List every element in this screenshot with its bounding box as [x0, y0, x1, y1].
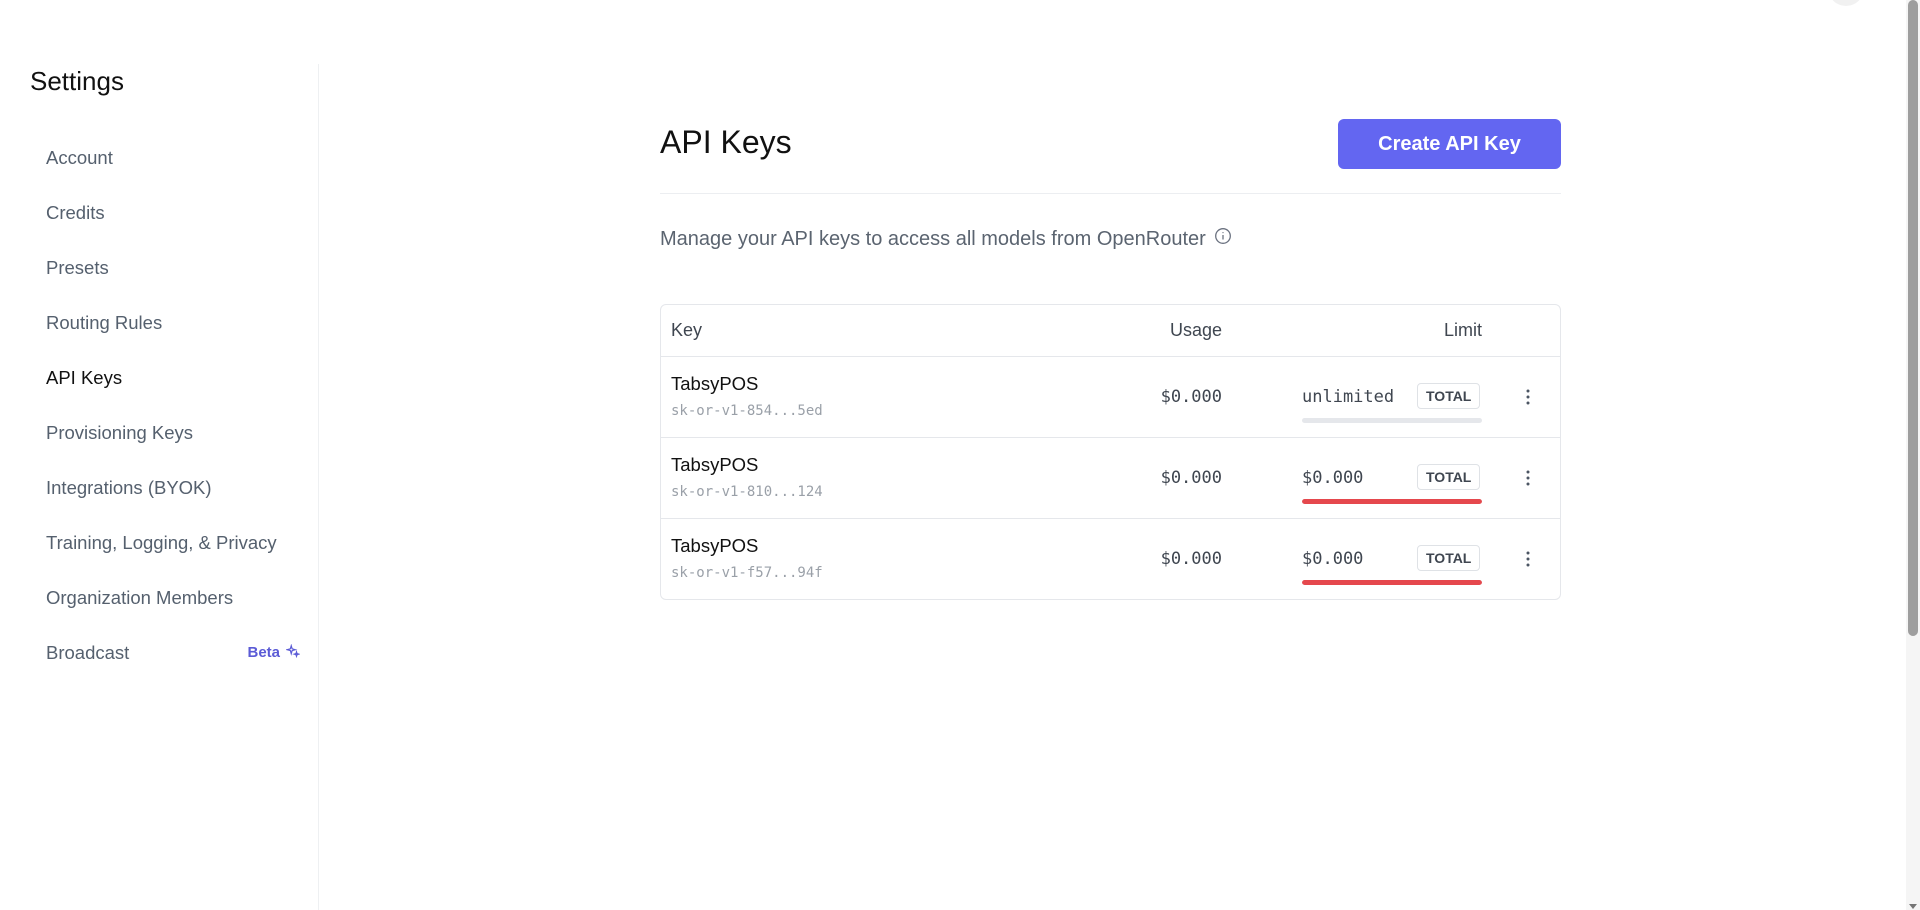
table-header: Key Usage Limit: [661, 305, 1560, 357]
page-title: API Keys: [660, 124, 792, 160]
limit-usage-bar-fill: [1302, 499, 1482, 504]
column-header-usage: Usage: [1169, 320, 1222, 340]
limit-usage-bar-fill: [1302, 580, 1482, 585]
sidebar-item-integrations[interactable]: Integrations (BYOK): [30, 460, 300, 515]
limit-type-badge: TOTAL: [1417, 464, 1481, 490]
sidebar-item-label: Integrations (BYOK): [46, 476, 212, 498]
sidebar-item-broadcast[interactable]: Broadcast Beta: [30, 625, 301, 680]
settings-sidebar: Settings Account Credits Presets Routing…: [0, 64, 319, 910]
sidebar-item-label: Training, Logging, & Privacy: [46, 531, 277, 553]
divider: [660, 193, 1561, 194]
sparkle-icon: [285, 643, 301, 662]
avatar[interactable]: [1828, 0, 1864, 6]
limit-value: $0.000: [1302, 468, 1364, 488]
sidebar-item-label: API Keys: [46, 366, 123, 388]
create-api-key-button[interactable]: Create API Key: [1338, 119, 1561, 169]
table-row[interactable]: TabsyPOS sk-or-v1-810...124 $0.000 $0.00…: [661, 438, 1560, 519]
sidebar-title: Settings: [30, 66, 124, 96]
limit-type-badge: TOTAL: [1417, 383, 1481, 409]
vertical-scrollbar[interactable]: [1906, 0, 1920, 910]
sidebar-item-label: Presets: [46, 256, 109, 278]
sidebar-item-api-keys[interactable]: API Keys: [30, 350, 300, 405]
limit-usage-bar: [1302, 418, 1482, 423]
api-keys-table: Key Usage Limit TabsyPOS sk-or-v1-854...…: [660, 304, 1561, 600]
limit-value: unlimited: [1302, 387, 1395, 407]
usage-value: $0.000: [1160, 549, 1222, 569]
column-header-limit: Limit: [1443, 320, 1482, 340]
table-row[interactable]: TabsyPOS sk-or-v1-f57...94f $0.000 $0.00…: [661, 519, 1560, 599]
beta-label: Beta: [247, 644, 280, 661]
column-header-key: Key: [671, 320, 703, 340]
sidebar-item-label: Broadcast: [46, 641, 130, 663]
sidebar-item-credits[interactable]: Credits: [30, 185, 300, 240]
more-options-icon[interactable]: [1518, 548, 1538, 570]
table-row[interactable]: TabsyPOS sk-or-v1-854...5ed $0.000 unlim…: [661, 357, 1560, 438]
sidebar-item-provisioning-keys[interactable]: Provisioning Keys: [30, 405, 300, 460]
key-id: sk-or-v1-f57...94f: [671, 565, 823, 581]
info-icon[interactable]: [1214, 227, 1232, 251]
sidebar-item-label: Organization Members: [46, 586, 234, 608]
scrollbar-thumb[interactable]: [1908, 0, 1918, 636]
sidebar-item-training-logging-privacy[interactable]: Training, Logging, & Privacy: [30, 515, 300, 570]
more-options-icon[interactable]: [1518, 386, 1538, 408]
key-name: TabsyPOS: [671, 535, 759, 556]
description-text: Manage your API keys to access all model…: [660, 227, 1206, 250]
key-name: TabsyPOS: [671, 373, 759, 394]
sidebar-item-presets[interactable]: Presets: [30, 240, 300, 295]
scroll-down-arrow-icon[interactable]: [1908, 898, 1918, 909]
page-description: Manage your API keys to access all model…: [660, 227, 1232, 251]
sidebar-item-account[interactable]: Account: [30, 130, 300, 185]
sidebar-item-label: Account: [46, 146, 113, 168]
sidebar-item-organization-members[interactable]: Organization Members: [30, 570, 300, 625]
key-id: sk-or-v1-854...5ed: [671, 403, 823, 419]
sidebar-item-label: Credits: [46, 201, 105, 223]
limit-usage-bar: [1302, 580, 1482, 585]
key-id: sk-or-v1-810...124: [671, 484, 823, 500]
key-name: TabsyPOS: [671, 454, 759, 475]
usage-value: $0.000: [1160, 468, 1222, 488]
sidebar-item-routing-rules[interactable]: Routing Rules: [30, 295, 300, 350]
sidebar-item-label: Provisioning Keys: [46, 421, 194, 443]
limit-type-badge: TOTAL: [1417, 545, 1481, 571]
beta-badge: Beta: [247, 643, 301, 662]
settings-nav: Account Credits Presets Routing Rules AP…: [30, 130, 301, 680]
more-options-icon[interactable]: [1518, 467, 1538, 489]
sidebar-item-label: Routing Rules: [46, 311, 163, 333]
page: Settings Account Credits Presets Routing…: [0, 0, 1920, 910]
usage-value: $0.000: [1160, 387, 1222, 407]
limit-value: $0.000: [1302, 549, 1364, 569]
limit-usage-bar: [1302, 499, 1482, 504]
